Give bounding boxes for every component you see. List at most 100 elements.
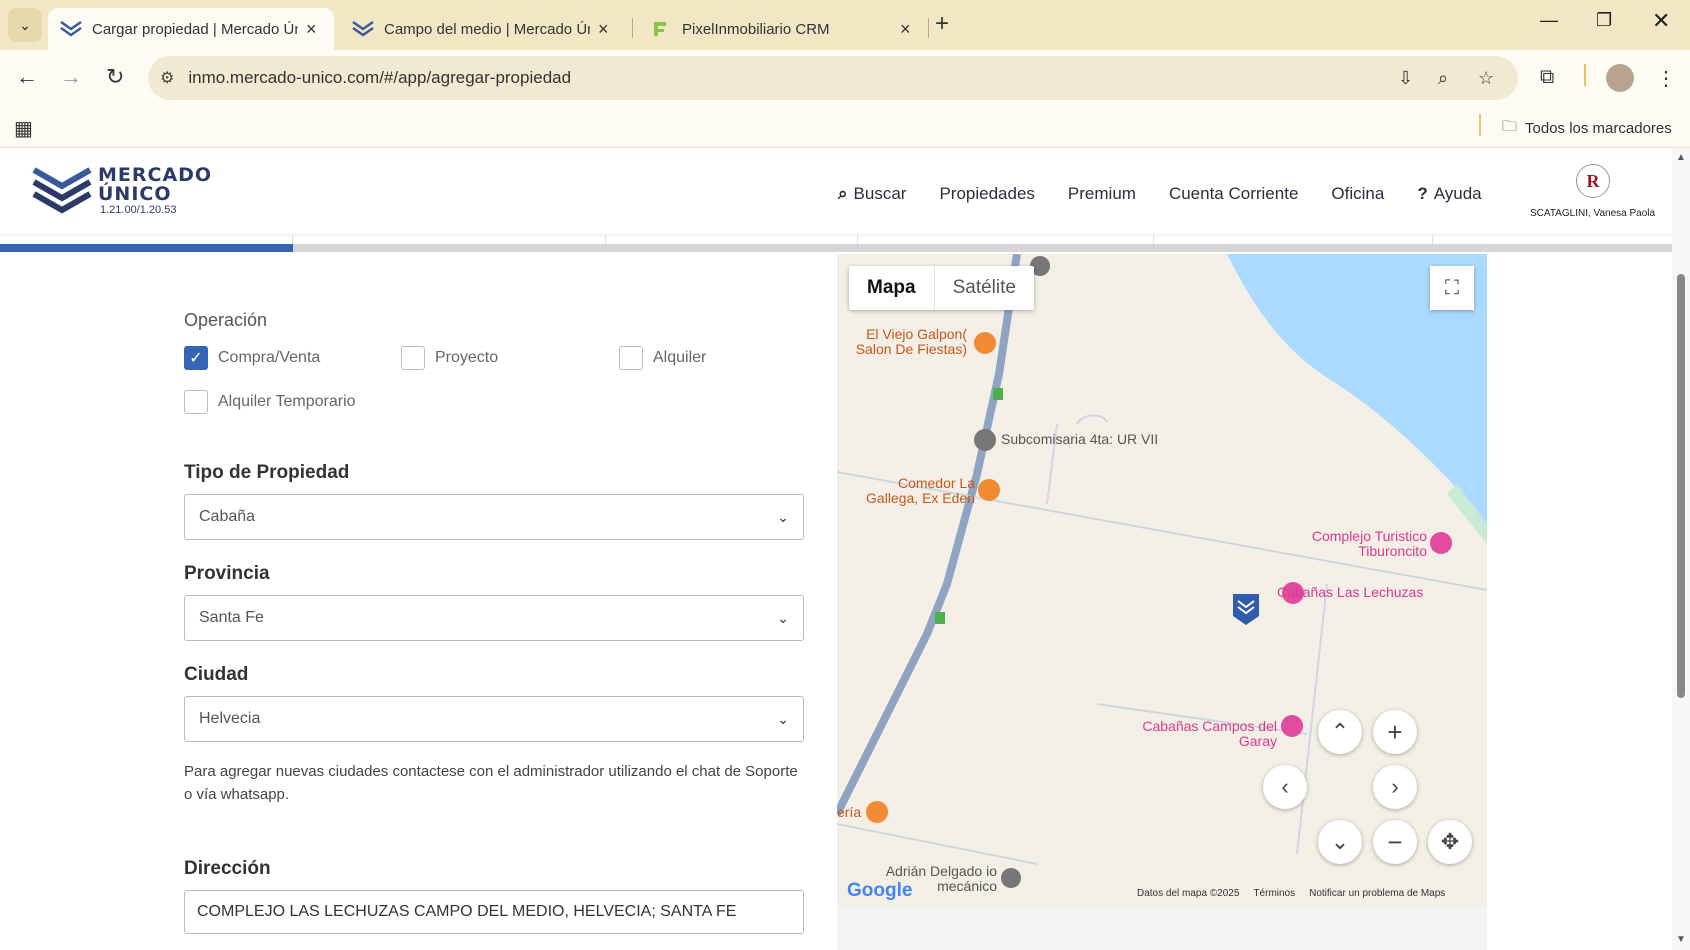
map-terms-link[interactable]: Términos [1253,888,1295,899]
nav-ayuda[interactable]: ? Ayuda [1417,184,1481,204]
select-value: Santa Fe [199,609,264,626]
web-page: MERCADO ÚNICO 1.21.00/1.20.53 ⌕ Buscar Pr… [0,148,1690,950]
close-tab-icon[interactable]: × [598,19,609,40]
close-tab-icon[interactable]: × [306,19,317,40]
poi-label[interactable]: Cabañas Las Lechuzas [1277,585,1457,600]
pan-left-button[interactable]: ‹ [1263,765,1307,809]
zoom-in-button[interactable]: + [1373,710,1417,754]
bookmark-star-icon[interactable]: ☆ [1478,68,1494,89]
poi-label[interactable]: Complejo Turistico Tiburoncito [1287,529,1427,559]
progress-fill [0,244,293,252]
pixel-favicon-icon [650,20,672,38]
province-select[interactable]: Santa Fe ⌄ [184,595,804,641]
mercado-unico-logo[interactable]: MERCADO ÚNICO 1.21.00/1.20.53 [32,166,212,216]
browser-toolbar: ← → ↻ ⚙ inmo.mercado-unico.com/#/app/agr… [0,50,1690,106]
pan-right-button[interactable]: › [1373,765,1417,809]
browser-menu-icon[interactable]: ⋮ [1656,66,1676,91]
city-label: Ciudad [184,664,249,685]
map-report-link[interactable]: Notificar un problema de Maps [1309,888,1445,899]
checkbox-box[interactable] [401,346,425,370]
poi-label[interactable]: Subcomisaria 4ta: UR VII [1001,432,1201,447]
map-type-control: Mapa Satélite [849,266,1034,310]
checkbox-box[interactable] [619,346,643,370]
fullscreen-icon[interactable]: ⛶ [1430,266,1474,310]
address-bar[interactable]: ⚙ inmo.mercado-unico.com/#/app/agregar-p… [148,56,1518,100]
google-logo: Google [847,880,912,902]
extensions-icon[interactable]: ⧉ [1540,66,1554,89]
checkbox-box[interactable]: ✓ [184,346,208,370]
checkbox-alquiler-temporario[interactable]: Alquiler Temporario [184,390,356,414]
tab-separator [632,18,633,38]
page-scrollbar[interactable]: ▲ ▼ [1672,148,1690,950]
select-value: Cabaña [199,508,256,525]
site-settings-icon[interactable]: ⚙ [160,68,174,88]
city-select[interactable]: Helvecia ⌄ [184,696,804,742]
select-value: Helvecia [199,710,261,727]
address-label: Dirección [184,858,271,879]
google-logo-text: Google [847,880,913,901]
all-bookmarks-button[interactable]: 🗀 Todos los marcadores [1502,116,1672,141]
map-type-mapa[interactable]: Mapa [849,266,934,310]
scroll-up-arrow[interactable]: ▲ [1676,152,1686,163]
step-divider [605,234,606,244]
poi-label[interactable]: ería [837,805,861,820]
toolbar-separator [1584,64,1586,86]
user-name[interactable]: SCATAGLINI, Vanesa Paola [1530,208,1655,219]
tab-title: PixelInmobiliario CRM [682,20,830,38]
map-type-satelite[interactable]: Satélite [933,266,1034,310]
checkbox-label: Alquiler [653,349,707,366]
property-marker-icon[interactable] [1231,592,1261,626]
forward-button[interactable]: → [60,64,82,90]
checkbox-box[interactable] [184,390,208,414]
nav-propiedades[interactable]: Propiedades [939,184,1034,204]
profile-avatar[interactable] [1606,64,1634,92]
step-divider [1153,234,1154,244]
restore-button[interactable]: ❐ [1596,10,1612,31]
poi-label[interactable]: Cabañas Campos del Garay [1137,719,1277,749]
checkbox-alquiler[interactable]: Alquiler [619,346,706,370]
pan-down-button[interactable]: ⌄ [1318,820,1362,864]
zoom-out-button[interactable]: − [1373,820,1417,864]
back-button[interactable]: ← [16,64,38,90]
site-header: MERCADO ÚNICO 1.21.00/1.20.53 ⌕ Buscar Pr… [0,148,1672,234]
all-bookmarks-label: Todos los marcadores [1525,120,1672,137]
minimize-button[interactable]: — [1540,10,1558,31]
tab-pixelinmobiliario[interactable]: PixelInmobiliario CRM × [638,8,924,50]
tab-campo-del-medio[interactable]: Campo del medio | Mercado Único × [340,8,626,50]
tab-cargar-propiedad[interactable]: Cargar propiedad | Mercado Único × [48,8,334,50]
reload-button[interactable]: ↻ [106,64,124,90]
nav-buscar[interactable]: ⌕ Buscar [838,184,906,204]
user-initial: R [1586,170,1600,191]
checkbox-compra-venta[interactable]: ✓ Compra/Venta [184,346,320,370]
poi-label[interactable]: Comedor La Gallega, Ex Eden [855,476,975,506]
user-avatar[interactable]: R [1576,164,1610,198]
checkbox-proyecto[interactable]: Proyecto [401,346,498,370]
pan-up-button[interactable]: ⌃ [1318,710,1362,754]
nav-label: Ayuda [1433,184,1482,203]
lodging-poi-icon [1430,532,1452,554]
address-input[interactable]: COMPLEJO LAS LECHUZAS CAMPO DEL MEDIO, H… [184,890,804,934]
new-tab-button[interactable]: + [935,10,949,38]
nav-oficina[interactable]: Oficina [1331,184,1384,204]
zoom-icon[interactable]: ⌕ [1438,68,1448,89]
minor-road [837,823,1038,865]
tab-separator [928,18,929,38]
nav-cuenta-corriente[interactable]: Cuenta Corriente [1169,184,1298,204]
close-tab-icon[interactable]: × [900,19,911,40]
tab-search-button[interactable]: ⌄ [8,8,42,42]
apps-grid-icon[interactable]: ▦ [14,116,33,141]
property-type-select[interactable]: Cabaña ⌄ [184,494,804,540]
tab-title: Cargar propiedad | Mercado Único [92,20,298,38]
scroll-thumb[interactable] [1677,274,1685,698]
province-label: Provincia [184,563,270,584]
minor-road [1076,414,1108,425]
close-window-button[interactable]: ✕ [1652,8,1670,34]
step-divider [1432,234,1433,244]
google-map[interactable]: El Viejo Galpon( Salon De Fiestas) Subco… [837,254,1487,906]
recenter-icon[interactable]: ✥ [1428,820,1472,864]
install-app-icon[interactable]: ⇩ [1398,68,1413,89]
scroll-down-arrow[interactable]: ▼ [1676,934,1686,945]
poi-label[interactable]: El Viejo Galpon( Salon De Fiestas) [847,327,967,357]
nav-premium[interactable]: Premium [1068,184,1136,204]
map-data-attribution: Datos del mapa ©2025 [1137,888,1240,899]
